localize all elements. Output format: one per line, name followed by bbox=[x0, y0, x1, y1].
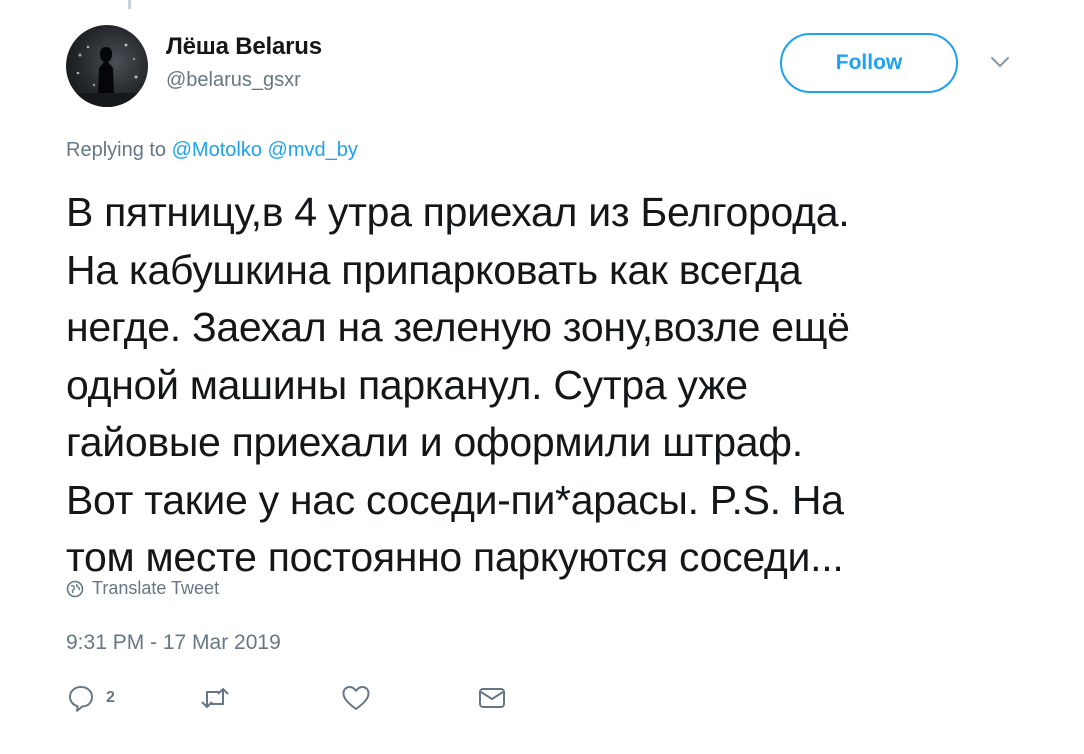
reply-icon bbox=[69, 686, 93, 712]
translate-tweet-link[interactable]: Translate Tweet bbox=[66, 578, 219, 599]
like-button[interactable] bbox=[340, 683, 372, 713]
more-options-button[interactable] bbox=[988, 54, 1012, 70]
tweet-text-line: На кабушкина припарковать как всегда bbox=[66, 246, 802, 293]
mention-link[interactable]: @mvd_by bbox=[268, 139, 358, 161]
avatar-photo bbox=[66, 43, 148, 107]
follow-button[interactable]: Follow bbox=[780, 33, 958, 93]
avatar[interactable] bbox=[66, 25, 148, 107]
author-handle[interactable]: @belarus_gsxr bbox=[166, 69, 301, 92]
globe-icon bbox=[66, 580, 84, 597]
heart-icon bbox=[342, 686, 370, 710]
author-display-name[interactable]: Лёша Belarus bbox=[166, 33, 322, 61]
envelope-icon bbox=[479, 688, 505, 708]
tweet-text: В пятницу,в 4 утра приехал из Белгорода.… bbox=[66, 184, 1056, 587]
tweet-text-line: негде. Заехал на зеленую зону,возле ещё bbox=[66, 304, 850, 350]
mention-link[interactable]: @Motolko bbox=[172, 139, 262, 161]
replying-prefix: Replying to bbox=[66, 139, 167, 161]
tweet-text-line: гайовые приехали и оформили штраф. bbox=[66, 419, 803, 465]
tweet-text-line: одной машины парканул. Сутра уже bbox=[66, 361, 748, 408]
tweet-text-line: В пятницу,в 4 утра приехал из Белгорода. bbox=[66, 189, 850, 235]
retweet-button[interactable] bbox=[198, 683, 232, 713]
reply-count: 2 bbox=[106, 689, 115, 706]
thread-connector-line bbox=[128, 0, 131, 9]
replying-to-line: Replying to @Motolko @mvd_by bbox=[66, 139, 358, 162]
translate-tweet-label: Translate Tweet bbox=[92, 578, 220, 598]
tweet-text-line: Вот такие у нас соседи-пи*арасы. P.S. На bbox=[66, 476, 844, 523]
tweet-timestamp[interactable]: 9:31 PM - 17 Mar 2019 bbox=[66, 631, 281, 655]
direct-message-button[interactable] bbox=[476, 683, 508, 713]
reply-button[interactable]: 2 bbox=[66, 683, 115, 713]
retweet-icon bbox=[201, 688, 229, 708]
chevron-down-icon bbox=[991, 57, 1009, 67]
